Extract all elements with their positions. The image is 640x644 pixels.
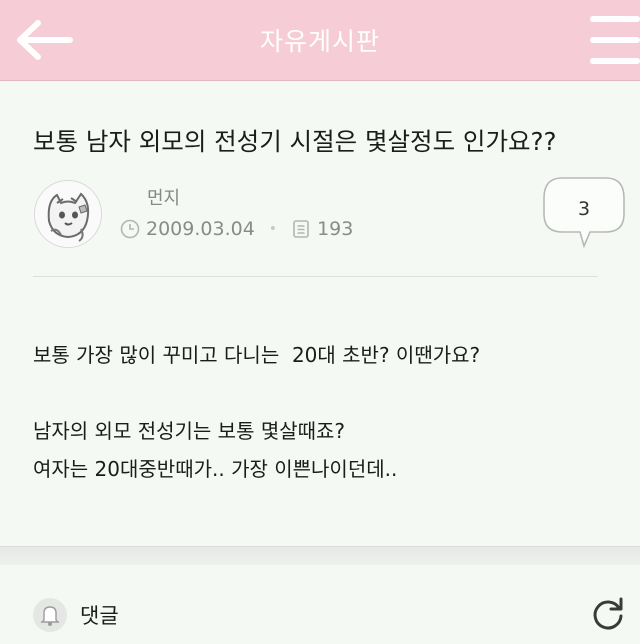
post-body-line: 보통 가장 많이 꾸미고 다니는 20대 초반? 이땐가요?: [33, 343, 481, 367]
view-count: 193: [317, 218, 354, 240]
post-date: 2009.03.04: [146, 218, 255, 240]
post-body: 보통 가장 많이 꾸미고 다니는 20대 초반? 이땐가요? 남자의 외모 전성…: [33, 336, 613, 488]
section-separator: [0, 546, 640, 566]
document-icon: [293, 220, 309, 238]
post-title: 보통 남자 외모의 전성기 시절은 몇살정도 인가요??: [33, 127, 557, 156]
post-meta: 2009.03.04 • 193: [120, 218, 353, 240]
app-header: 자유게시판: [0, 0, 640, 81]
page-title: 자유게시판: [259, 27, 380, 56]
post-body-line: 남자의 외모 전성기는 보통 몇살때죠?: [33, 419, 346, 443]
post-body-blank-line: [33, 374, 613, 412]
divider: [33, 276, 598, 277]
hamburger-menu-icon[interactable]: [590, 14, 640, 66]
post-body-line: 여자는 20대중반때가.. 가장 이쁜나이던데..: [33, 457, 398, 481]
author-name: 먼지: [147, 188, 181, 209]
avatar[interactable]: [34, 180, 102, 248]
comment-count[interactable]: 3: [542, 198, 626, 220]
bell-icon[interactable]: [33, 598, 67, 632]
clock-icon: [120, 219, 140, 239]
bell-glyph: [40, 606, 60, 626]
comment-section-label: 댓글: [80, 604, 119, 628]
cat-avatar-icon: [35, 181, 101, 247]
meta-separator: •: [268, 221, 278, 237]
refresh-icon[interactable]: [590, 596, 626, 632]
